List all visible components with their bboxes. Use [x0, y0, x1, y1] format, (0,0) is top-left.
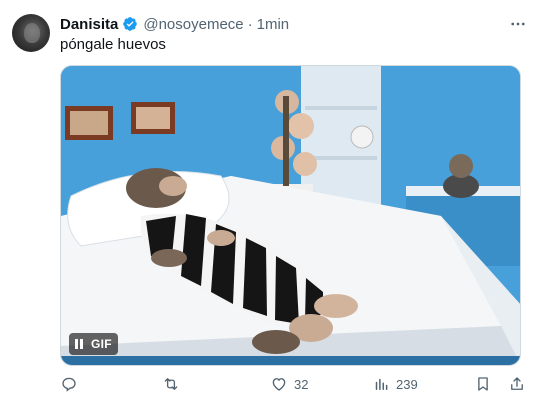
bookmark-icon	[478, 377, 488, 391]
more-options-icon[interactable]	[507, 13, 529, 35]
views-icon	[375, 378, 388, 390]
gif-media[interactable]: GIF	[60, 65, 521, 366]
like-count: 32	[294, 376, 309, 392]
action-bar: 32 239	[60, 374, 528, 394]
views-button[interactable]: 239	[372, 374, 418, 394]
separator-dot: ·	[247, 15, 253, 33]
views-count: 239	[396, 376, 418, 392]
timestamp[interactable]: 1min	[257, 16, 290, 33]
retweet-icon	[164, 378, 178, 390]
verified-badge-icon	[122, 16, 138, 32]
reply-icon	[62, 377, 76, 392]
like-button[interactable]: 32	[270, 374, 308, 394]
share-button[interactable]	[508, 374, 526, 394]
display-name[interactable]: Danisita	[60, 16, 118, 33]
handle[interactable]: @nosoyemece	[143, 16, 243, 33]
bookmark-button[interactable]	[474, 374, 492, 394]
gif-badge[interactable]: GIF	[69, 333, 118, 355]
tweet-text: póngale huevos	[60, 36, 166, 53]
retweet-button[interactable]	[162, 374, 186, 394]
gif-frame-image	[61, 66, 520, 365]
avatar[interactable]	[12, 14, 50, 52]
share-icon	[511, 377, 523, 390]
reply-button[interactable]	[60, 374, 84, 394]
gif-label: GIF	[91, 337, 112, 351]
tweet[interactable]: Danisita @nosoyemece · 1min póngale huev…	[0, 0, 543, 400]
tweet-header: Danisita @nosoyemece · 1min	[60, 14, 289, 34]
like-icon	[272, 378, 286, 391]
pause-icon[interactable]	[75, 339, 83, 349]
